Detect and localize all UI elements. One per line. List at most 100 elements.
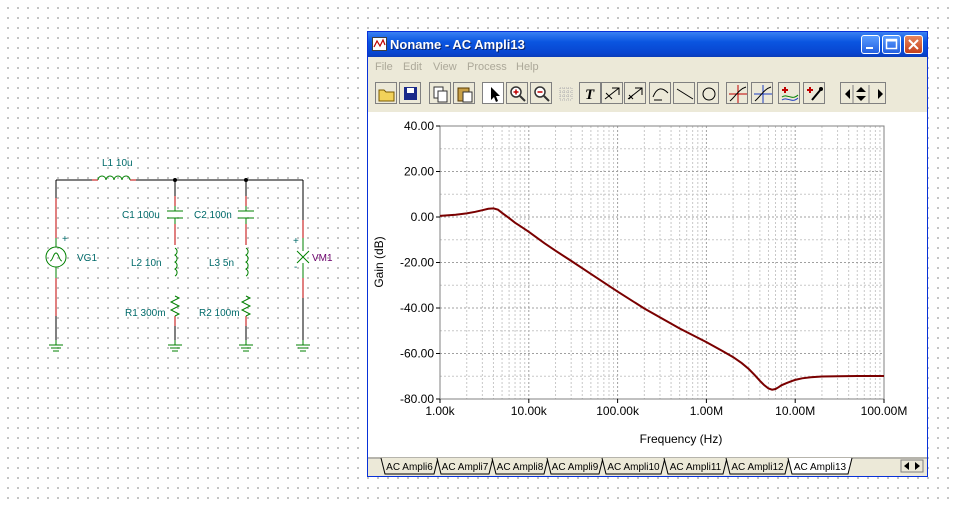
sheet-tab-label[interactable]: AC Ampli12 (731, 462, 784, 473)
x-tick-label: 1.00M (690, 404, 723, 418)
sheet-tab-label[interactable]: AC Ampli10 (607, 462, 660, 473)
cursor-a-button[interactable] (601, 82, 623, 104)
sheet-tab[interactable]: AC Ampli11 (663, 457, 728, 475)
resistor-r1[interactable] (169, 295, 181, 317)
y-tick-label: -60.00 (400, 347, 434, 361)
sheet-tab-label[interactable]: AC Ampli7 (442, 462, 489, 473)
y-tick-label: -20.00 (400, 256, 434, 270)
copy-button[interactable] (429, 82, 451, 104)
y-tick-label: 40.00 (404, 119, 434, 133)
menu-file[interactable]: File (375, 61, 393, 73)
x-tick-label: 100.00k (596, 404, 640, 418)
circle-button[interactable] (697, 82, 719, 104)
grid-icon (559, 87, 573, 101)
copy-icon (433, 86, 448, 103)
sheet-tab-label[interactable]: AC Ampli13 (794, 462, 847, 473)
close-icon (908, 39, 919, 50)
inductor-l2[interactable] (173, 247, 178, 277)
marker-b-button[interactable] (751, 82, 773, 104)
label-l2: L2 10n (131, 258, 162, 269)
circuit-schematic: L1 10u C1 100u C2 100n L2 10n L3 5n R1 3… (45, 158, 333, 352)
sheet-tab[interactable]: AC Ampli7 (436, 457, 494, 475)
sheet-tab[interactable]: AC Ampli13 (787, 457, 853, 475)
menu-edit[interactable]: Edit (403, 61, 422, 73)
zoom-in-button[interactable] (506, 82, 528, 104)
bode-chart[interactable]: 40.00 20.00 0.00 -20.00 -40.00 -60.00 -80.00 1… (368, 112, 927, 457)
toolbar: T (368, 79, 927, 109)
y-tick-label: -40.00 (400, 301, 434, 315)
probe-button[interactable] (803, 82, 825, 104)
ground-symbols (49, 340, 310, 352)
curve-icon (652, 88, 669, 101)
trace-icon (781, 87, 799, 101)
save-button[interactable] (399, 82, 421, 104)
open-icon (378, 89, 395, 102)
capacitor-c1[interactable] (167, 206, 183, 224)
gain-curve (439, 207, 884, 391)
zoom-out-button[interactable] (530, 82, 552, 104)
sheet-tab[interactable]: AC Ampli6 (380, 457, 439, 475)
inductor-l3[interactable] (244, 247, 249, 277)
scroll-control[interactable] (840, 82, 886, 104)
grid-button[interactable] (554, 82, 576, 104)
label-vm1: VM1 (312, 253, 333, 264)
label-l1: L1 10u (102, 158, 133, 169)
zoom-in-icon (510, 86, 526, 102)
x-tick-label: 1.00k (425, 404, 455, 418)
vg1-plus-sign: + (62, 234, 68, 245)
chart-grid (439, 125, 884, 400)
menu-help[interactable]: Help (516, 61, 539, 73)
y-tick-label: 0.00 (411, 210, 435, 224)
capacitor-c2[interactable] (238, 206, 254, 224)
minimize-button[interactable] (861, 35, 880, 54)
menu-process[interactable]: Process (467, 61, 507, 73)
title-bar[interactable]: Noname - AC Ampli13 (368, 32, 927, 57)
vm1-minus-sign: - (294, 262, 297, 273)
line-icon (676, 88, 694, 100)
paste-icon (457, 87, 473, 103)
maximize-button[interactable] (882, 35, 901, 54)
sheet-tab[interactable]: AC Ampli9 (546, 457, 604, 475)
menu-bar: File Edit View Process Help (368, 58, 927, 77)
cursor-a-icon (604, 87, 620, 100)
text-button[interactable]: T (579, 82, 601, 104)
save-icon (404, 87, 417, 100)
sheet-tab[interactable]: AC Ampli12 (725, 457, 790, 475)
resistor-r2[interactable] (240, 295, 252, 317)
close-button[interactable] (904, 35, 923, 54)
y-tick-label: 20.00 (404, 165, 434, 179)
inductor-l1[interactable] (97, 175, 131, 181)
cursor-b-button[interactable] (624, 82, 646, 104)
svg-text:T: T (585, 87, 595, 103)
y-axis-label: Gain (dB) (372, 236, 386, 287)
curve-button[interactable] (649, 82, 671, 104)
line-button[interactable] (673, 82, 695, 104)
sheet-tab[interactable]: AC Ampli8 (491, 457, 549, 475)
text-icon: T (585, 87, 595, 103)
sheet-tab-label[interactable]: AC Ampli8 (497, 462, 544, 473)
paste-button[interactable] (453, 82, 475, 104)
marker-a-button[interactable] (726, 82, 748, 104)
sheet-tab[interactable]: AC Ampli10 (601, 457, 666, 475)
maximize-icon (885, 38, 898, 50)
x-axis-label: Frequency (Hz) (640, 432, 723, 446)
window-title: Noname - AC Ampli13 (390, 37, 525, 52)
marker-b-icon (754, 85, 772, 103)
tab-bar: AC Ampli6 AC Ampli7 AC Ampli8 AC Ampli9 AC A… (368, 457, 927, 476)
zoom-out-icon (534, 86, 550, 102)
marker-a-icon (729, 85, 747, 103)
sheet-tab-label[interactable]: AC Ampli9 (552, 462, 599, 473)
pointer-button[interactable] (482, 82, 504, 104)
label-r1: R1 300m (125, 308, 166, 319)
tab-scroll-buttons[interactable] (900, 459, 924, 473)
cursor-b-icon (627, 87, 643, 100)
sheet-tab-label[interactable]: AC Ampli11 (670, 462, 722, 473)
open-button[interactable] (375, 82, 397, 104)
trace-button[interactable] (778, 82, 800, 104)
pointer-icon (491, 87, 500, 102)
sheet-tab-label[interactable]: AC Ampli6 (386, 462, 433, 473)
menu-view[interactable]: View (433, 61, 457, 73)
label-c1: C1 100u (122, 210, 160, 221)
minimize-icon (866, 47, 873, 49)
x-tick-label: 10.00k (511, 404, 548, 418)
